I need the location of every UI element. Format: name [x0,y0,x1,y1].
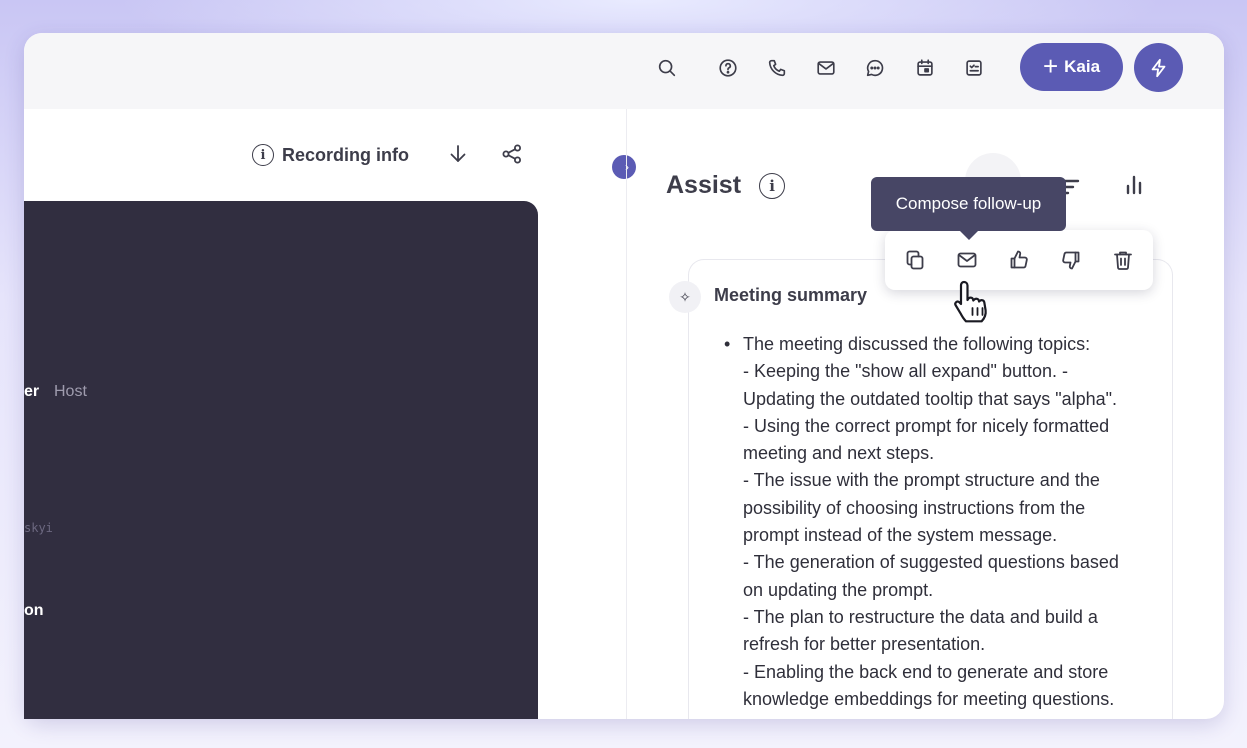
sparkle-icon: ✧ [669,281,701,313]
bolt-icon [1151,58,1165,77]
summary-line: - The generation of suggested questions … [743,552,1119,573]
assist-title: Assist [666,171,742,199]
search-icon[interactable] [652,53,682,83]
summary-line: Updating the outdated tooltip that says … [743,388,1118,409]
summary-line: - Using the correct prompt for nicely fo… [743,415,1110,436]
participant-name: on [24,602,44,619]
summary-action-toolbar [885,230,1153,290]
video-panel: er Host skyi on [24,201,538,719]
compose-follow-up-tooltip: Compose follow-up [871,177,1066,240]
download-icon[interactable] [446,142,472,168]
share-icon[interactable] [500,142,526,168]
bullet-marker: • [724,334,731,354]
host-label: Host [54,383,87,400]
summary-line: prompt instead of the system message. [743,525,1058,546]
thumbs-up-icon[interactable] [1004,245,1034,275]
hand-pointer-cursor-icon [954,280,987,323]
bolt-button[interactable] [1134,43,1183,92]
summary-line: - Enabling the back end to generate and … [743,661,1109,682]
trash-icon[interactable] [1108,245,1138,275]
task-icon[interactable] [959,53,989,83]
summary-line: possibility of choosing instructions fro… [743,497,1086,518]
recording-info-button[interactable]: i Recording info [252,142,409,168]
participant-email: skyi [24,521,53,535]
meeting-summary-text: • The meeting discussed the following to… [724,331,1149,713]
participant-role: er [24,383,40,400]
copy-icon[interactable] [900,245,930,275]
assist-info-icon[interactable]: i [759,172,786,199]
info-icon: i [252,144,274,166]
summary-line: meeting and next steps. [743,443,935,464]
chart-icon[interactable] [1122,173,1148,199]
pane-divider [626,109,627,719]
assist-header: Assist i [666,171,786,200]
thumbs-down-icon[interactable] [1056,245,1086,275]
top-bar: + Kaia [24,33,1224,109]
summary-line: on updating the prompt. [743,579,934,600]
chat-icon[interactable] [860,53,890,83]
recording-info-label: Recording info [282,144,409,165]
plus-icon: + [1042,51,1059,81]
collapse-panel-button[interactable]: › [612,155,636,179]
summary-line: - The plan to restructure the data and b… [743,606,1098,627]
kaia-button-label: Kaia [1064,57,1101,76]
summary-line: - Keeping the "show all expand" button. … [743,361,1068,382]
summary-line: - The issue with the prompt structure an… [743,470,1100,491]
phone-icon[interactable] [762,53,792,83]
meeting-summary-title: Meeting summary [714,285,868,305]
calendar-icon[interactable] [910,53,940,83]
summary-line: refresh for better presentation. [743,634,986,655]
mail-icon [957,252,977,268]
summary-line: knowledge embeddings for meeting questio… [743,688,1115,709]
window-bottom-clip [24,719,1224,748]
kaia-button[interactable]: + Kaia [1020,43,1123,91]
help-icon[interactable] [713,53,743,83]
mail-icon[interactable] [811,53,841,83]
summary-line: The meeting discussed the following topi… [743,334,1091,354]
compose-follow-up-button[interactable] [952,245,982,275]
